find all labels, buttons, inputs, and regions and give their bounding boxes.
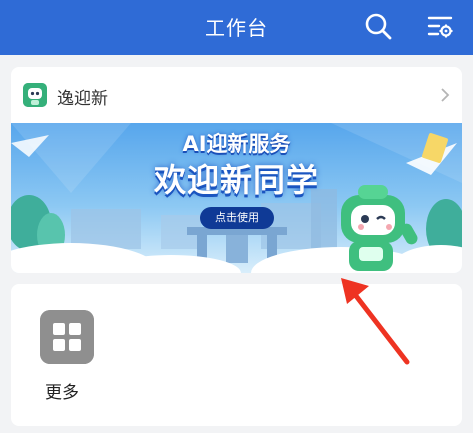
search-icon[interactable] [362, 10, 394, 42]
page-title: 工作台 [205, 16, 268, 40]
robot-mascot-icon [23, 83, 47, 107]
app-entry-row[interactable]: 逸迎新 [11, 67, 462, 123]
settings-icon[interactable] [424, 10, 456, 42]
banner-subtitle: 欢迎新同学 [153, 161, 319, 199]
grid-icon[interactable] [40, 310, 94, 364]
more-label[interactable]: 更多 [45, 378, 79, 403]
welcome-banner[interactable]: AI迎新服务 欢迎新同学 点击使用 [11, 123, 462, 273]
app-card: 逸迎新 AI迎新服务 欢迎新同学 点击使用 [11, 67, 462, 273]
chevron-right-icon [441, 88, 450, 102]
banner-use-button[interactable]: 点击使用 [200, 207, 274, 229]
top-bar: 工作台 [0, 0, 473, 55]
red-arrow-annotation [341, 278, 410, 365]
app-name: 逸迎新 [57, 89, 108, 109]
banner-title: AI迎新服务 [182, 132, 291, 156]
